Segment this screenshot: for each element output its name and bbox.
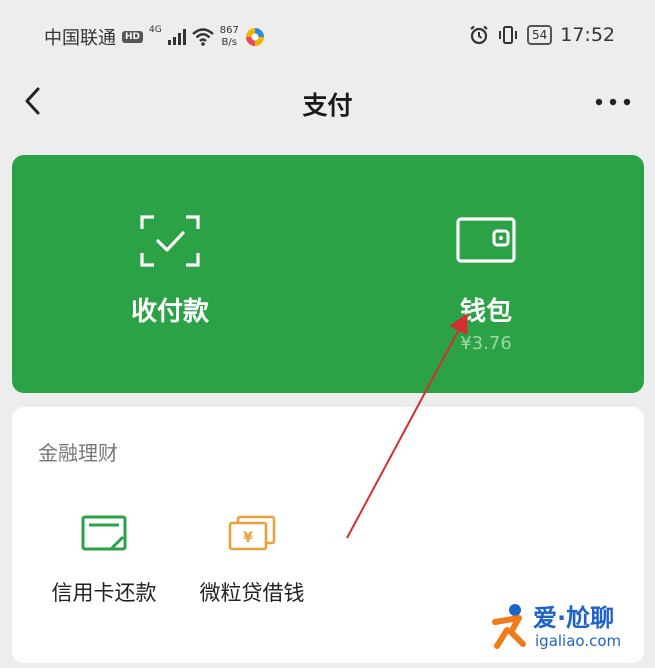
- watermark-logo-icon: [492, 604, 526, 649]
- credit-card-icon: [81, 515, 127, 551]
- scan-check-icon: [140, 215, 200, 267]
- weilidai-loan-button[interactable]: ¥ 微粒贷借钱: [182, 511, 322, 611]
- receive-payment-button[interactable]: 收付款: [12, 155, 328, 393]
- clock: 17:52: [560, 24, 615, 46]
- battery-indicator: 54: [526, 25, 553, 45]
- watermark-url: igaliao.com: [535, 632, 622, 650]
- speed-unit: B/s: [221, 37, 237, 48]
- wifi-icon: [191, 28, 214, 46]
- speed-value: 867: [219, 25, 239, 36]
- signal-icon: [167, 29, 186, 45]
- network-speed: 867 B/s: [220, 25, 239, 49]
- alarm-icon: [470, 25, 488, 45]
- status-right: 54 17:52: [469, 24, 615, 46]
- wallet-button[interactable]: 钱包 ¥3.76: [328, 155, 644, 393]
- status-left: 中国联通 HD 4G 867 B/s: [44, 24, 265, 50]
- weilidai-loan-label: 微粒贷借钱: [199, 581, 305, 605]
- nav-bar: 支付: [0, 72, 655, 134]
- status-bar: 中国联通 HD 4G 867 B/s 54 17:52: [0, 0, 655, 72]
- money-bill-icon: ¥: [228, 515, 276, 551]
- vibrate-icon: [498, 26, 517, 44]
- finance-section-title: 金融理财: [38, 441, 118, 465]
- hd-badge: HD: [122, 31, 144, 43]
- wallet-icon: [456, 217, 516, 263]
- pay-card: 收付款 钱包 ¥3.76: [12, 155, 644, 393]
- carrier-name: 中国联通: [44, 28, 116, 49]
- credit-card-repayment-label: 信用卡还款: [51, 581, 157, 605]
- app-logo-icon: [245, 28, 264, 46]
- watermark: 爱·尬聊 igaliao.com: [491, 598, 641, 654]
- wallet-balance: ¥3.76: [460, 333, 512, 354]
- more-options-icon[interactable]: [593, 92, 633, 112]
- signal-type: 4G: [149, 25, 162, 35]
- watermark-title: 爱·尬聊: [533, 604, 615, 632]
- svg-text:¥: ¥: [243, 530, 253, 546]
- receive-payment-label: 收付款: [130, 297, 209, 327]
- wallet-label: 钱包: [459, 297, 512, 327]
- page-title: 支付: [302, 91, 353, 120]
- credit-card-repayment-button[interactable]: 信用卡还款: [34, 511, 174, 611]
